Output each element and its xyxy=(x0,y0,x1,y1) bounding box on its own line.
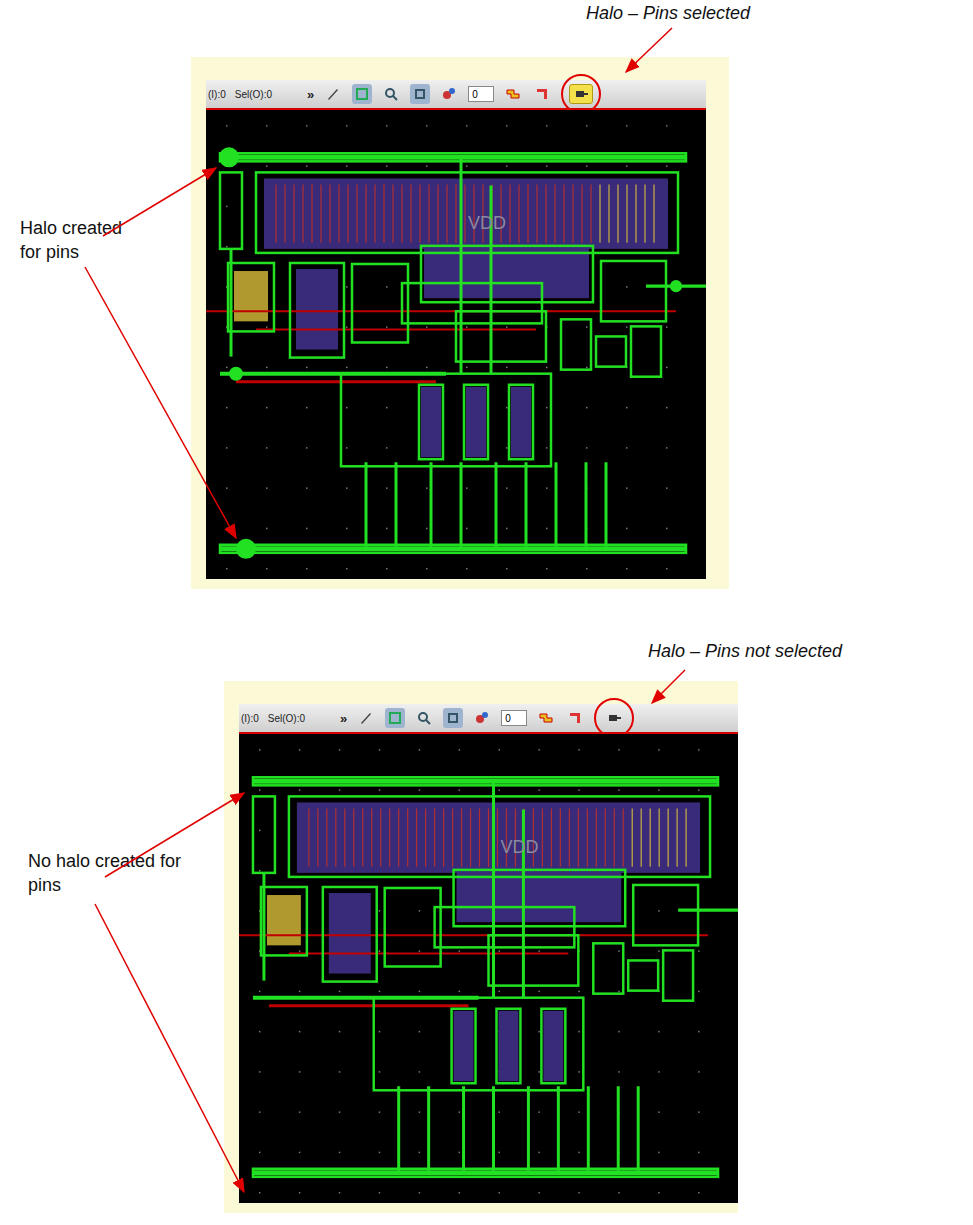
layout-screenshot: (I):0 Sel(O):0 » 0 VDD xyxy=(191,57,729,589)
pen-icon xyxy=(358,710,374,726)
probe-icon xyxy=(474,710,490,726)
figure-caption: Halo – Pins selected xyxy=(586,3,750,24)
selection-in-count: (I):0 xyxy=(208,89,226,100)
annotation-arrows xyxy=(0,0,973,1225)
pin-icon xyxy=(606,710,622,726)
zoom-button[interactable] xyxy=(414,708,434,728)
fit-button[interactable] xyxy=(410,84,430,104)
grid-icon xyxy=(387,710,403,726)
probe-button[interactable] xyxy=(439,84,459,104)
figure-page: Halo – Pins selected (I):0 Sel(O):0 » 0 VDD Ha… xyxy=(0,0,973,1225)
callout: No halo created for pins xyxy=(28,849,183,897)
layout-label: VDD xyxy=(500,837,538,857)
pen-button[interactable] xyxy=(323,84,343,104)
value-field[interactable]: 0 xyxy=(468,86,494,102)
zoom-icon xyxy=(383,86,399,102)
probe-button[interactable] xyxy=(472,708,492,728)
value-field[interactable]: 0 xyxy=(501,710,527,726)
halo-pins-button[interactable] xyxy=(569,84,593,104)
highlight-ring xyxy=(561,74,601,114)
pin-icon xyxy=(573,86,589,102)
selection-out-count: Sel(O):0 xyxy=(235,89,272,100)
fit-icon xyxy=(445,710,461,726)
grid-icon xyxy=(354,86,370,102)
zoom-icon xyxy=(416,710,432,726)
selection-out-count: Sel(O):0 xyxy=(268,713,305,724)
route-button[interactable] xyxy=(565,708,585,728)
pin-halos xyxy=(219,147,682,559)
layout-canvas-drawing: VDD xyxy=(206,110,706,579)
fit-icon xyxy=(412,86,428,102)
route-button[interactable] xyxy=(532,84,552,104)
layout-canvas-drawing: VDD xyxy=(239,734,738,1203)
layout-label: VDD xyxy=(468,213,506,233)
shape-icon xyxy=(538,710,554,726)
shape-icon xyxy=(505,86,521,102)
pen-icon xyxy=(325,86,341,102)
highlight-ring xyxy=(594,698,634,738)
figure-caption: Halo – Pins not selected xyxy=(648,641,842,662)
route-icon xyxy=(534,86,550,102)
shape-button[interactable] xyxy=(536,708,556,728)
fit-button[interactable] xyxy=(443,708,463,728)
grid-button[interactable] xyxy=(352,84,372,104)
probe-icon xyxy=(441,86,457,102)
layout-screenshot: (I):0 Sel(O):0 » 0 VDD xyxy=(224,681,738,1213)
pen-button[interactable] xyxy=(356,708,376,728)
selection-in-count: (I):0 xyxy=(241,713,259,724)
toolbar-overflow[interactable]: » xyxy=(340,711,347,726)
toolbar-overflow[interactable]: » xyxy=(307,87,314,102)
grid-button[interactable] xyxy=(385,708,405,728)
layout-canvas[interactable]: VDD xyxy=(239,734,738,1203)
halo-pins-button[interactable] xyxy=(602,708,626,728)
toolbar: (I):0 Sel(O):0 » 0 xyxy=(206,80,706,110)
layout-canvas[interactable]: VDD xyxy=(206,110,706,579)
callout: Halo created for pins xyxy=(20,216,148,264)
shape-button[interactable] xyxy=(503,84,523,104)
route-icon xyxy=(567,710,583,726)
zoom-button[interactable] xyxy=(381,84,401,104)
toolbar: (I):0 Sel(O):0 » 0 xyxy=(239,704,738,734)
